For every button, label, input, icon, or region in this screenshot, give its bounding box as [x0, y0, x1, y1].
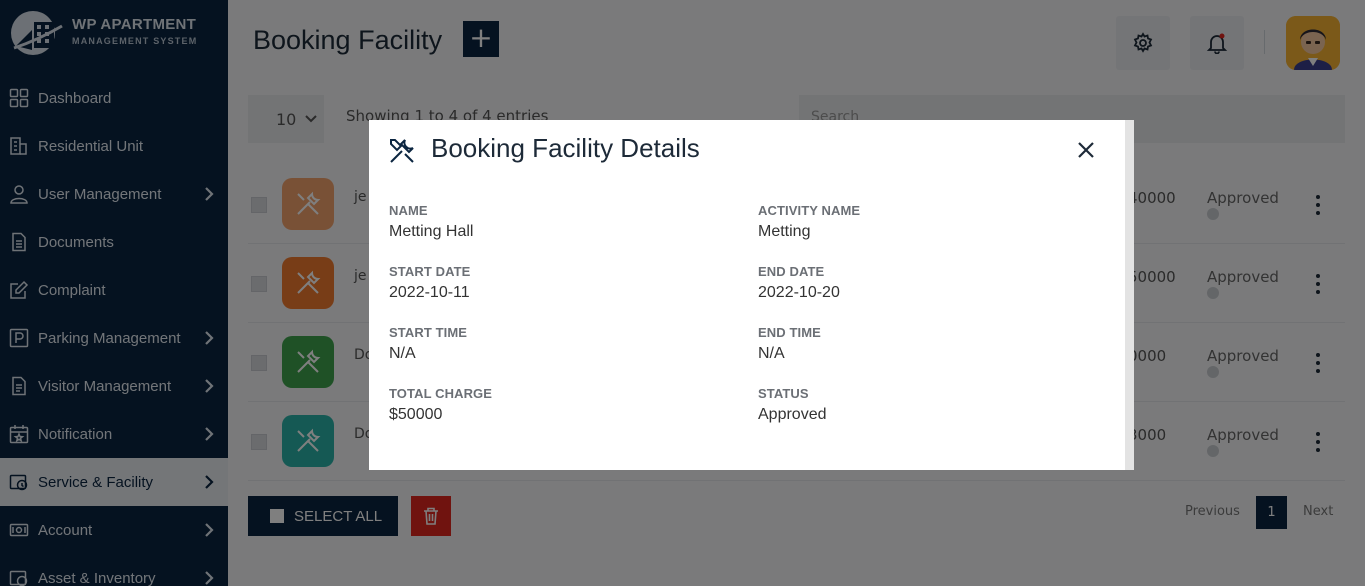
field-label: END TIME — [758, 325, 821, 340]
field-name: NAME Metting Hall — [389, 203, 473, 241]
modal-title: Booking Facility Details — [431, 133, 700, 163]
field-start-date: START DATE 2022-10-11 — [389, 264, 470, 302]
tools-icon — [390, 139, 414, 163]
field-label: STATUS — [758, 386, 809, 401]
field-label: END DATE — [758, 264, 825, 279]
field-label: TOTAL CHARGE — [389, 386, 493, 401]
field-value: Metting — [758, 223, 811, 240]
field-start-time: START TIME N/A — [389, 325, 467, 363]
field-label: ACTIVITY NAME — [758, 203, 861, 218]
field-status: STATUS Approved — [758, 386, 827, 424]
field-value: N/A — [758, 345, 785, 362]
field-activity-name: ACTIVITY NAME Metting — [758, 203, 860, 241]
field-value: Metting Hall — [389, 223, 474, 240]
modal-scrollbar[interactable] — [1125, 120, 1134, 470]
field-total-charge: TOTAL CHARGE $50000 — [389, 386, 492, 424]
field-value: N/A — [389, 345, 416, 362]
field-value: $50000 — [389, 406, 443, 423]
field-value: 2022-10-11 — [389, 284, 470, 301]
field-label: START DATE — [389, 264, 471, 279]
field-value: Approved — [758, 406, 827, 423]
field-end-date: END DATE 2022-10-20 — [758, 264, 840, 302]
close-icon[interactable] — [1075, 139, 1097, 161]
field-end-time: END TIME N/A — [758, 325, 821, 363]
field-value: 2022-10-20 — [758, 284, 840, 301]
field-label: START TIME — [389, 325, 468, 340]
booking-details-modal: Booking Facility Details NAME Metting Ha… — [369, 120, 1134, 470]
field-label: NAME — [389, 203, 428, 218]
